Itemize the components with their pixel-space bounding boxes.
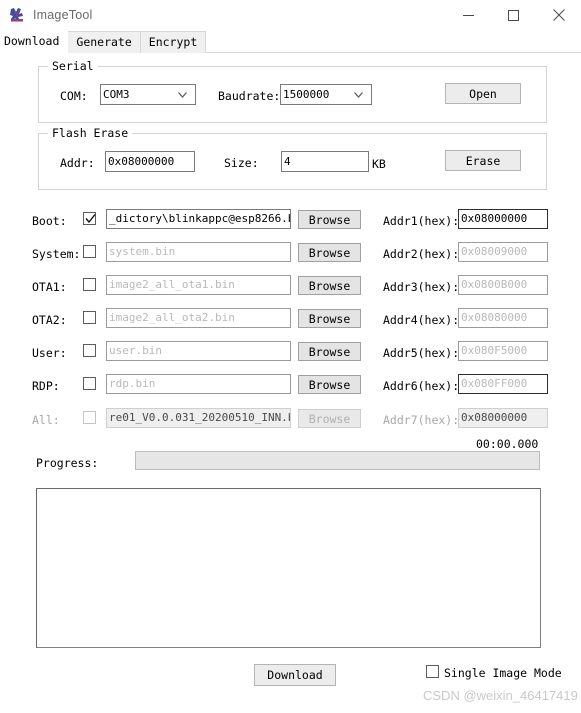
open-serial-button[interactable]: Open	[445, 83, 521, 104]
row-label-ota2: OTA2:	[32, 313, 67, 327]
app-logo-icon	[9, 7, 25, 23]
baudrate-select[interactable]: 1500000	[280, 84, 372, 105]
row-checkbox-ota1[interactable]	[83, 278, 96, 291]
row-addr-input-1[interactable]: 0x08000000	[458, 209, 548, 229]
tab-strip: Download Generate Encrypt	[0, 30, 581, 53]
row-browse-button-system[interactable]: Browse	[298, 243, 361, 262]
row-label-system: System:	[32, 247, 81, 261]
progress-label: Progress:	[36, 456, 99, 470]
progress-bar	[135, 451, 540, 470]
row-label-rdp: RDP:	[32, 379, 60, 393]
tab-download[interactable]: Download	[0, 31, 69, 53]
download-button[interactable]: Download	[254, 664, 336, 686]
close-button[interactable]	[536, 0, 581, 30]
flash-erase-addr-label: Addr:	[60, 156, 95, 170]
row-addr-input-3[interactable]: 0x0800B000	[458, 275, 548, 295]
row-addr-input-2[interactable]: 0x08009000	[458, 242, 548, 262]
row-addr-input-7: 0x08000000	[458, 408, 548, 428]
row-label-boot: Boot:	[32, 214, 67, 228]
com-label: COM:	[60, 89, 88, 103]
row-addr-label-2: Addr2(hex):	[383, 247, 460, 261]
com-select-value: COM3	[103, 87, 130, 101]
flash-erase-size-unit: KB	[372, 157, 386, 171]
row-addr-input-5[interactable]: 0x080F5000	[458, 341, 548, 361]
row-file-input-user[interactable]: user.bin	[106, 341, 291, 361]
row-addr-label-5: Addr5(hex):	[383, 346, 460, 360]
tab-generate[interactable]: Generate	[67, 31, 141, 53]
log-output[interactable]	[36, 488, 541, 648]
row-checkbox-system[interactable]	[83, 245, 96, 258]
chevron-down-icon	[351, 91, 365, 98]
row-addr-label-4: Addr4(hex):	[383, 313, 460, 327]
row-addr-input-6[interactable]: 0x080FF000	[458, 374, 548, 394]
row-browse-button-rdp[interactable]: Browse	[298, 375, 361, 394]
row-checkbox-ota2[interactable]	[83, 311, 96, 324]
row-addr-input-4[interactable]: 0x08080000	[458, 308, 548, 328]
title-bar: ImageTool	[0, 0, 581, 30]
row-checkbox-rdp[interactable]	[83, 377, 96, 390]
single-image-mode-checkbox[interactable]	[426, 665, 439, 678]
row-label-ota1: OTA1:	[32, 280, 67, 294]
flash-erase-size-input[interactable]: 4	[281, 151, 369, 172]
chevron-down-icon	[175, 91, 189, 98]
row-file-input-ota1[interactable]: image2_all_ota1.bin	[106, 275, 291, 295]
baudrate-label: Baudrate:	[218, 89, 281, 103]
row-checkbox-user[interactable]	[83, 344, 96, 357]
row-browse-button-ota2[interactable]: Browse	[298, 309, 361, 328]
elapsed-timer: 00:00.000	[476, 437, 539, 451]
row-browse-button-user[interactable]: Browse	[298, 342, 361, 361]
row-checkbox-all[interactable]	[83, 411, 96, 424]
baudrate-select-value: 1500000	[283, 87, 330, 101]
serial-group-legend: Serial	[48, 59, 98, 73]
row-browse-button-boot[interactable]: Browse	[298, 210, 361, 229]
minimize-button[interactable]	[446, 0, 491, 30]
row-file-input-rdp[interactable]: rdp.bin	[106, 374, 291, 394]
watermark-text: CSDN @weixin_46417419	[423, 688, 578, 703]
row-addr-label-3: Addr3(hex):	[383, 280, 460, 294]
row-file-input-boot[interactable]: _dictory\blinkappc@esp8266.bin	[106, 209, 291, 229]
row-file-input-system[interactable]: system.bin	[106, 242, 291, 262]
row-addr-label-7: Addr7(hex):	[383, 413, 460, 427]
erase-button[interactable]: Erase	[445, 150, 521, 171]
row-file-input-all: re01_V0.0.031_20200510_INN.bin	[106, 408, 291, 428]
row-browse-button-all: Browse	[298, 409, 361, 428]
tab-encrypt[interactable]: Encrypt	[139, 31, 207, 53]
com-select[interactable]: COM3	[100, 84, 196, 105]
row-label-user: User:	[32, 346, 67, 360]
flash-erase-group-legend: Flash Erase	[48, 126, 133, 140]
row-addr-label-1: Addr1(hex):	[383, 214, 460, 228]
row-label-all: All:	[32, 413, 60, 427]
window-title: ImageTool	[33, 8, 93, 22]
single-image-mode-label[interactable]: Single Image Mode	[444, 666, 562, 680]
flash-erase-size-label: Size:	[224, 156, 259, 170]
row-checkbox-boot[interactable]	[83, 212, 96, 225]
row-browse-button-ota1[interactable]: Browse	[298, 276, 361, 295]
row-addr-label-6: Addr6(hex):	[383, 379, 460, 393]
row-file-input-ota2[interactable]: image2_all_ota2.bin	[106, 308, 291, 328]
flash-erase-addr-input[interactable]: 0x08000000	[105, 151, 195, 172]
maximize-button[interactable]	[491, 0, 536, 30]
window-controls	[446, 0, 581, 30]
